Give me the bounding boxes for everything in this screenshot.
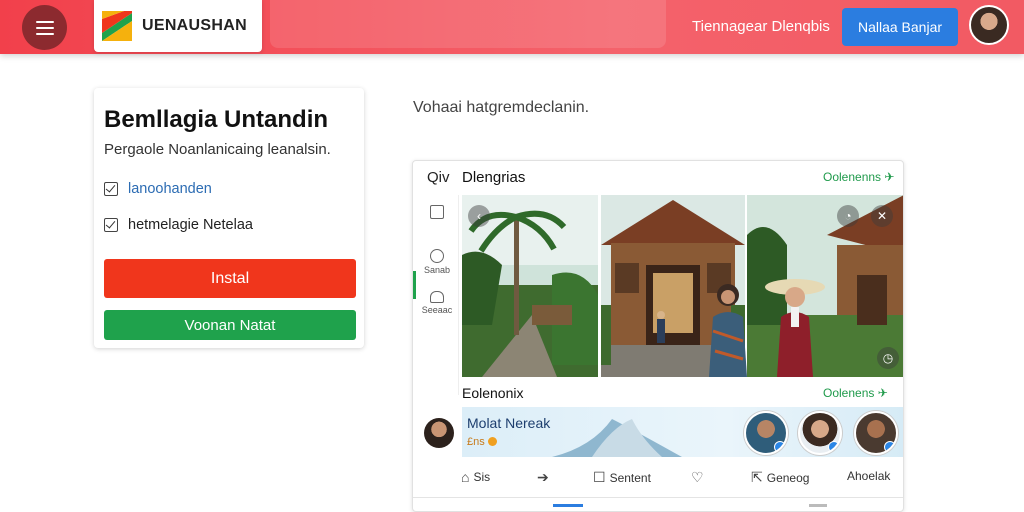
checkbox-label: hetmelagie Netelaa xyxy=(128,217,253,233)
author-avatar[interactable] xyxy=(424,418,454,448)
divider xyxy=(413,497,903,498)
verified-badge-icon xyxy=(774,441,786,453)
verified-badge-icon xyxy=(884,441,896,453)
friend-avatar-2[interactable] xyxy=(798,411,842,455)
checkbox-option-2[interactable]: hetmelagie Netelaa xyxy=(104,217,253,233)
checkbox-label: lanoohanden xyxy=(128,181,212,197)
gallery-photo-3[interactable]: ◔ ✕ ◷ xyxy=(747,195,903,377)
person-figure xyxy=(709,284,747,377)
feed-top-link[interactable]: Oolenenns ✈ xyxy=(823,170,894,184)
main-heading: Vohaai hatgremdeclanin. xyxy=(413,99,590,116)
card-subtitle: Pergaole Noanlanicaing leanalsin. xyxy=(104,141,331,158)
side-nav-item-2[interactable]: Sanab xyxy=(421,249,453,275)
verified-badge-icon xyxy=(828,441,840,453)
feed-card: Qiv Dlengrias Oolenenns ✈ Sanab Seeaac ‹… xyxy=(412,160,904,512)
feed-side-nav: Sanab Seeaac xyxy=(413,195,459,395)
home-icon: ⌂ xyxy=(461,469,470,485)
comment-icon: ☐ xyxy=(593,469,606,485)
checkbox-icon[interactable] xyxy=(104,182,118,196)
menu-button[interactable] xyxy=(22,5,67,50)
feed-card-title: Dlengrias xyxy=(462,169,526,186)
top-bar: UENAUSHAN Tiennagear Dlenqbis Nallaa Ban… xyxy=(0,0,1024,54)
document-icon xyxy=(430,205,444,219)
friend-avatar-3[interactable] xyxy=(854,411,898,455)
gallery-photo-1[interactable]: ‹ xyxy=(462,195,598,377)
shape-icon xyxy=(430,291,444,303)
story-meta: £ns xyxy=(467,436,497,448)
user-avatar[interactable] xyxy=(969,5,1009,45)
story-banner[interactable]: Molat Nereak £ns xyxy=(462,407,903,457)
heart-icon: ♡ xyxy=(691,469,704,485)
forward-action[interactable]: ➔ xyxy=(537,469,553,486)
side-nav-item-1[interactable] xyxy=(421,205,453,219)
hamburger-icon xyxy=(35,20,54,35)
side-nav-label: Sanab xyxy=(423,265,451,275)
friend-avatar-1[interactable] xyxy=(744,411,788,455)
home-action[interactable]: ⌂ Sis xyxy=(461,469,490,485)
top-search-area[interactable] xyxy=(270,0,666,48)
side-nav-item-3[interactable]: Seeaac xyxy=(421,291,453,315)
section-title: Eolenonix xyxy=(462,385,524,401)
back-icon[interactable]: ‹ xyxy=(468,205,490,227)
share-action[interactable]: ⇱ Geneog xyxy=(751,469,809,486)
status-dot-icon xyxy=(487,437,497,446)
checkbox-option-1[interactable]: lanoohanden xyxy=(104,181,212,197)
expand-icon[interactable]: ✕ xyxy=(871,205,893,227)
action-bar: ⌂ Sis ➔ ☐ Sentent ♡ ⇱ Geneog Ahoelak xyxy=(413,465,903,493)
brand-logo-area[interactable]: UENAUSHAN xyxy=(94,0,262,52)
bottom-tab-indicator xyxy=(553,504,583,507)
comment-action[interactable]: ☐ Sentent xyxy=(593,469,651,486)
section-link[interactable]: Oolenens ✈ xyxy=(823,386,888,400)
circle-icon xyxy=(430,249,444,263)
more-action[interactable]: Ahoelak xyxy=(843,469,890,483)
setup-card: Bemllagia Untandin Pergaole Noanlanicain… xyxy=(94,88,364,348)
brand-name: UENAUSHAN xyxy=(142,17,247,34)
play-icon[interactable]: ◔ xyxy=(837,205,859,227)
active-indicator xyxy=(413,271,416,299)
nav-link[interactable]: Tiennagear Dlenqbis xyxy=(692,18,830,35)
checkbox-icon[interactable] xyxy=(104,218,118,232)
header-cta-button[interactable]: Nallaa Banjar xyxy=(842,8,958,46)
time-icon[interactable]: ◷ xyxy=(877,347,899,369)
secondary-button[interactable]: Voonan Natat xyxy=(104,310,356,340)
bottom-tab-indicator-2 xyxy=(809,504,827,507)
install-button[interactable]: Instal xyxy=(104,259,356,298)
arrow-icon: ➔ xyxy=(537,469,549,485)
card-title: Bemllagia Untandin xyxy=(104,106,329,133)
feed-card-prefix: Qiv xyxy=(427,169,450,186)
like-action[interactable]: ♡ xyxy=(691,469,708,486)
send-icon: ⇱ xyxy=(751,469,763,485)
side-nav-label: Seeaac xyxy=(421,305,453,315)
story-title: Molat Nereak xyxy=(467,415,551,431)
brand-flag-icon xyxy=(102,11,132,41)
